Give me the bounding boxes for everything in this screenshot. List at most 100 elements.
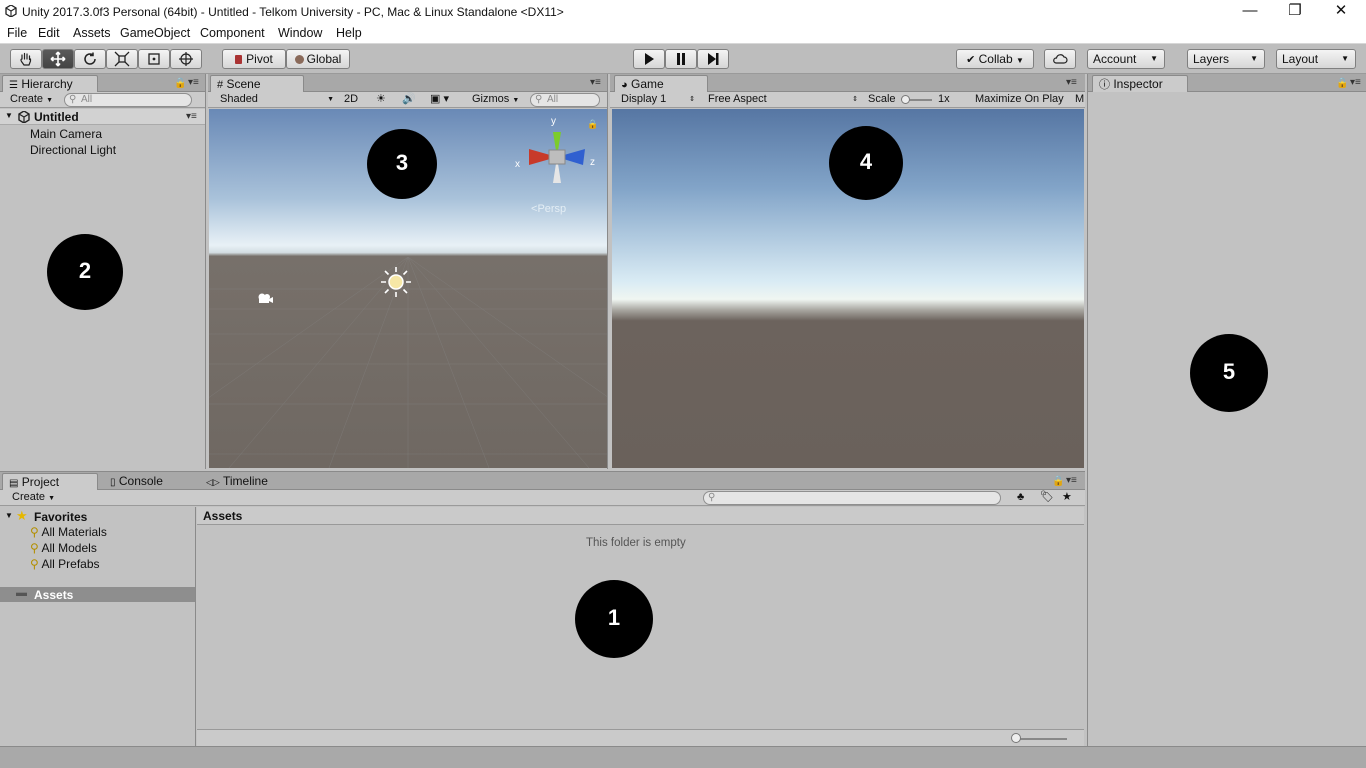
gizmo-lock-icon[interactable]: 🔒 (587, 119, 598, 130)
chevron-down-icon: ▼ (327, 96, 334, 103)
pivot-icon (235, 55, 243, 64)
display-label: Display 1 (621, 93, 667, 105)
restore-button[interactable]: ❐ (1272, 0, 1318, 24)
panel-menu-icon[interactable]: ▾≡ (1066, 475, 1077, 486)
layout-dropdown[interactable]: Layout ▼ (1276, 49, 1356, 69)
list-item[interactable]: ⚲ All Materials (30, 525, 107, 539)
menu-edit[interactable]: Edit (38, 26, 60, 40)
axis-y-label: y (551, 116, 556, 127)
display-dropdown[interactable]: Display 1 ⇕ (621, 93, 695, 107)
expand-arrow-icon[interactable]: ▼ (5, 111, 13, 120)
close-button[interactable]: ✕ (1318, 0, 1364, 24)
scale-slider-thumb[interactable] (901, 95, 910, 104)
lighting-toggle-icon[interactable]: ☀ (376, 93, 386, 107)
scene-menu-icon[interactable]: ▾≡ (186, 111, 197, 122)
gizmos-dropdown[interactable]: Gizmos ▼ (472, 93, 519, 107)
favorites-label[interactable]: Favorites (34, 510, 87, 524)
persp-label[interactable]: <Persp (531, 203, 566, 215)
transform-combined-icon (179, 52, 193, 66)
expand-arrow-icon[interactable]: ▼ (5, 511, 13, 520)
lock-icon[interactable]: 🔒 (174, 78, 186, 89)
assets-folder-row[interactable]: ▬ Assets (0, 587, 195, 602)
menu-component[interactable]: Component (200, 26, 265, 40)
search-placeholder: All (547, 94, 559, 105)
panel-menu-icon[interactable]: ▾≡ (1066, 77, 1077, 88)
check-icon: ✔ (966, 54, 976, 66)
move-tool-button[interactable] (42, 49, 74, 69)
account-label: Account (1093, 52, 1137, 66)
hand-tool-button[interactable] (10, 49, 42, 69)
directional-light-icon[interactable] (379, 265, 413, 299)
list-item[interactable]: ⚲ All Models (30, 541, 97, 555)
shading-mode-dropdown[interactable]: Shaded ▼ (220, 93, 334, 107)
tab-scene[interactable]: # Scene (210, 75, 304, 92)
main-toolbar: Pivot Global ✔ Collab ▼ Account ▼ Layers… (0, 44, 1366, 74)
panel-menu-icon[interactable]: ▾≡ (188, 77, 199, 88)
tab-timeline[interactable]: ◁▷ Timeline (200, 473, 274, 490)
audio-toggle-icon[interactable]: 🔊 (402, 93, 416, 107)
transform-tool-button[interactable] (170, 49, 202, 69)
filter-by-type-icon[interactable]: ♣ (1017, 491, 1024, 505)
rect-tool-button[interactable] (138, 49, 170, 69)
scene-search-input[interactable]: ⚲ All (530, 93, 600, 107)
create-label: Create (12, 491, 46, 503)
panel-menu-icon[interactable]: ▾≡ (1350, 77, 1361, 88)
layers-dropdown[interactable]: Layers ▼ (1187, 49, 1265, 69)
global-toggle-button[interactable]: Global (286, 49, 350, 69)
lock-icon[interactable]: 🔒 (1052, 476, 1064, 487)
tab-project[interactable]: ▤ Project (2, 473, 98, 490)
search-folder-icon: ⚲ (30, 541, 39, 555)
menu-file[interactable]: File (7, 26, 27, 40)
effects-dropdown-icon[interactable]: ▣ ▾ (430, 93, 449, 107)
game-viewport[interactable]: 4 (612, 109, 1084, 468)
project-search-input[interactable]: ⚲ (703, 491, 1001, 505)
favorite-star-icon[interactable]: ★ (1062, 491, 1072, 505)
pivot-toggle-button[interactable]: Pivot (222, 49, 286, 69)
menu-assets[interactable]: Assets (73, 26, 111, 40)
tab-hierarchy[interactable]: ☰ Hierarchy (2, 75, 98, 92)
tab-game[interactable]: ◕ Game (614, 75, 708, 92)
play-button[interactable] (633, 49, 665, 69)
filter-by-label-icon[interactable]: 🏷 (1040, 491, 1054, 505)
game-tabstrip: ◕ Game ▾≡ (610, 74, 1085, 92)
list-item[interactable]: Directional Light (30, 143, 116, 157)
play-icon (645, 53, 654, 65)
scene-viewport[interactable]: 3 y x z 🔒 <Persp (209, 109, 607, 468)
mute-audio-toggle[interactable]: M (1075, 93, 1084, 107)
scene-tabstrip: # Scene ▾≡ (208, 74, 607, 92)
hierarchy-create-dropdown[interactable]: Create ▼ (10, 93, 53, 107)
game-controller-icon: ◕ (621, 79, 628, 91)
account-dropdown[interactable]: Account ▼ (1087, 49, 1165, 69)
list-item[interactable]: ⚲ All Prefabs (30, 557, 100, 571)
menu-window[interactable]: Window (278, 26, 322, 40)
camera-gizmo-icon[interactable] (256, 292, 274, 304)
step-button[interactable] (697, 49, 729, 69)
pause-button[interactable] (665, 49, 697, 69)
unity-logo-icon (5, 5, 17, 17)
collab-dropdown[interactable]: ✔ Collab ▼ (956, 49, 1034, 69)
icon-size-slider[interactable] (1015, 738, 1067, 740)
menu-help[interactable]: Help (336, 26, 362, 40)
project-create-dropdown[interactable]: Create ▼ (12, 491, 55, 505)
step-icon (708, 53, 719, 65)
scene-root-row[interactable]: ▼ Untitled ▾≡ (0, 109, 205, 125)
2d-toggle-button[interactable]: 2D (344, 93, 358, 107)
maximize-on-play-toggle[interactable]: Maximize On Play (975, 93, 1064, 107)
tab-console[interactable]: ▯ Console (104, 473, 169, 490)
chevron-down-icon: ▼ (46, 97, 54, 104)
console-icon: ▯ (110, 477, 116, 488)
tab-inspector[interactable]: ⓘ Inspector (1092, 75, 1188, 92)
panel-menu-icon[interactable]: ▾≡ (590, 77, 601, 88)
rotate-tool-button[interactable] (74, 49, 106, 69)
hierarchy-search-input[interactable]: ⚲ All (64, 93, 192, 107)
console-tab-label: Console (118, 474, 163, 488)
lock-icon[interactable]: 🔒 (1336, 78, 1348, 89)
icon-size-slider-thumb[interactable] (1011, 733, 1021, 743)
scale-tool-button[interactable] (106, 49, 138, 69)
list-item[interactable]: Main Camera (30, 127, 102, 141)
cloud-button[interactable] (1044, 49, 1076, 69)
aspect-dropdown[interactable]: Free Aspect ⇕ (708, 93, 858, 107)
minimize-button[interactable]: — (1227, 0, 1273, 24)
menu-gameobject[interactable]: GameObject (120, 26, 190, 40)
breadcrumb-assets[interactable]: Assets (203, 509, 242, 523)
